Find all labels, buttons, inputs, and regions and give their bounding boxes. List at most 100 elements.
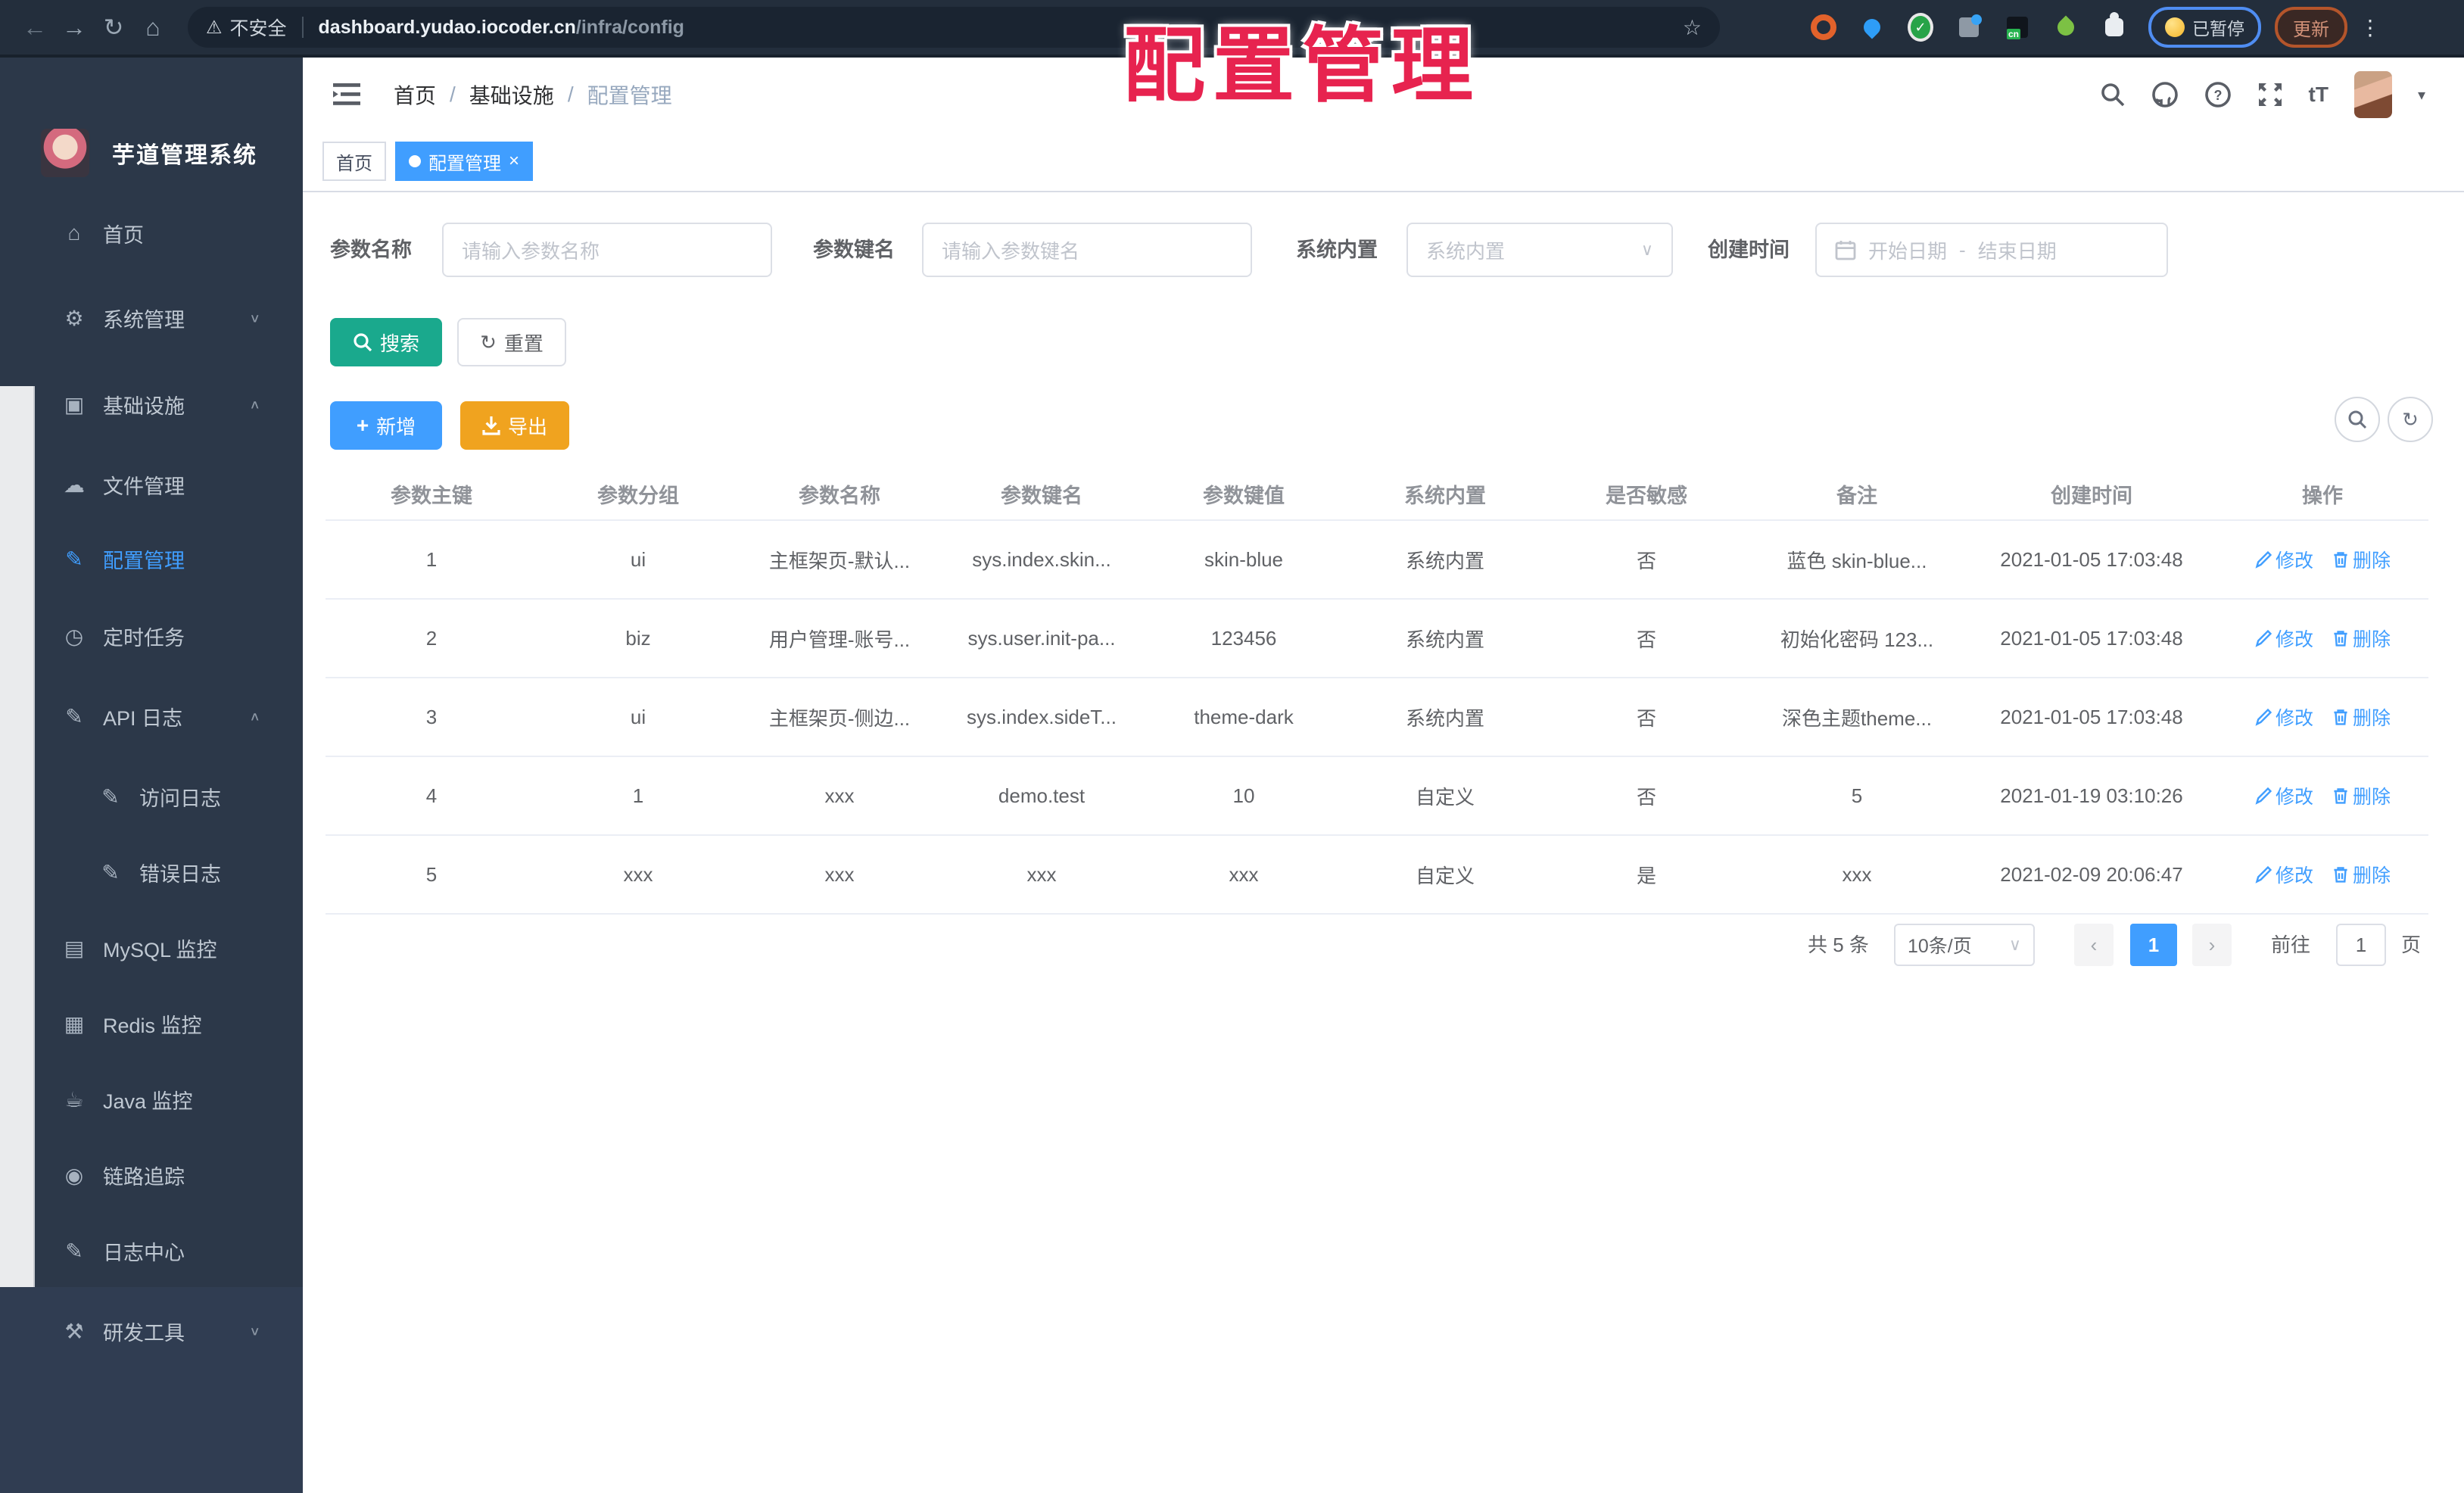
reload-icon[interactable]: ↻ xyxy=(94,13,133,42)
param-key-input[interactable]: 请输入参数键名 xyxy=(922,223,1252,277)
fullscreen-icon[interactable] xyxy=(2257,82,2283,108)
date-range-picker[interactable]: 开始日期 - 结束日期 xyxy=(1815,223,2168,277)
forward-icon[interactable]: → xyxy=(55,14,94,42)
edit-link[interactable]: 修改 xyxy=(2254,861,2313,888)
sidebar-item-file-manage[interactable]: ☁ 文件管理 xyxy=(0,457,303,512)
edit-link[interactable]: 修改 xyxy=(2254,625,2313,652)
sidebar-item-error-logs[interactable]: ✎ 错误日志 xyxy=(0,845,303,899)
page-size-select[interactable]: 10条/页 ∨ xyxy=(1894,924,2035,966)
breadcrumb: 首页 / 基础设施 / 配置管理 xyxy=(394,79,672,110)
help-icon[interactable]: ? xyxy=(2204,81,2232,108)
sidebar-item-java-monitor[interactable]: ☕ Java 监控 xyxy=(0,1072,303,1127)
export-button[interactable]: 导出 xyxy=(460,401,569,450)
sidebar-item-redis-monitor[interactable]: ▦ Redis 监控 xyxy=(0,996,303,1051)
github-icon[interactable] xyxy=(2151,81,2179,108)
trash-icon xyxy=(2334,788,2347,804)
sidebar-item-access-logs[interactable]: ✎ 访问日志 xyxy=(0,769,303,824)
java-icon: ☕ xyxy=(64,1087,84,1111)
timer-icon: ◷ xyxy=(64,624,84,648)
chevron-up-icon: ∧ xyxy=(249,709,260,724)
sidebar-item-system[interactable]: ⚙ 系统管理 ∨ xyxy=(0,291,303,345)
gear-icon: ⚙ xyxy=(64,306,84,330)
breadcrumb-home[interactable]: 首页 xyxy=(394,79,436,110)
log-icon: ✎ xyxy=(101,784,120,809)
tab-close-icon[interactable]: × xyxy=(509,152,519,170)
plus-icon: + xyxy=(356,413,369,437)
home-icon[interactable]: ⌂ xyxy=(133,14,173,42)
refresh-icon: ↻ xyxy=(2402,407,2419,431)
breadcrumb-current: 配置管理 xyxy=(587,84,672,108)
goto-page-input[interactable] xyxy=(2336,924,2386,966)
table-body: 1 ui 主框架页-默认... sys.index.skin... skin-b… xyxy=(326,521,2428,915)
paused-label: 已暂停 xyxy=(2192,19,2244,39)
sidebar-item-dev-tools[interactable]: ⚒ 研发工具 ∨ xyxy=(0,1304,303,1358)
main-content: 参数名称 请输入参数名称 参数键名 请输入参数键名 系统内置 系统内置 ∨ 创建… xyxy=(303,192,2464,1493)
delete-link[interactable]: 删除 xyxy=(2332,546,2391,573)
browser-menu-icon[interactable]: ⋮ xyxy=(2360,15,2381,40)
delete-link[interactable]: 删除 xyxy=(2332,861,2391,888)
omnibox-divider xyxy=(301,17,304,38)
url-host: dashboard.yudao.iocoder.cn xyxy=(318,16,576,38)
extension-blue-pin-icon[interactable] xyxy=(1859,14,1885,40)
extension-orange-ring-icon[interactable] xyxy=(1811,14,1836,40)
page-unit-label: 页 xyxy=(2401,934,2422,956)
address-bar[interactable]: ⚠ 不安全 dashboard.yudao.iocoder.cn/infra/c… xyxy=(188,7,1720,48)
sidebar-item-scheduled-jobs[interactable]: ◷ 定时任务 xyxy=(0,609,303,663)
delete-link[interactable]: 删除 xyxy=(2332,782,2391,809)
browser-update-button[interactable]: 更新 xyxy=(2275,7,2347,48)
user-menu-caret-icon[interactable]: ▾ xyxy=(2418,86,2425,104)
refresh-table-button[interactable]: ↻ xyxy=(2388,397,2433,442)
extension-leaf-icon[interactable] xyxy=(2053,14,2079,40)
sidebar-toggle-icon[interactable] xyxy=(333,83,360,106)
date-start-placeholder: 开始日期 xyxy=(1868,239,1948,263)
edit-link[interactable]: 修改 xyxy=(2254,703,2313,731)
search-button[interactable]: 搜索 xyxy=(330,318,442,366)
sidebar-item-config-manage[interactable]: ✎ 配置管理 xyxy=(0,531,303,586)
font-size-icon[interactable]: tT xyxy=(2309,83,2328,107)
edit-link[interactable]: 修改 xyxy=(2254,546,2313,573)
extension-grid-icon[interactable] xyxy=(1956,14,1982,40)
goto-label: 前往 xyxy=(2271,934,2311,956)
sidebar-item-home[interactable]: ⌂ 首页 xyxy=(0,206,303,260)
annotation-overlay-title: 配置管理 xyxy=(1123,20,1481,111)
reset-button[interactable]: ↻ 重置 xyxy=(457,318,566,366)
system-builtin-select[interactable]: 系统内置 ∨ xyxy=(1406,223,1673,277)
user-avatar[interactable] xyxy=(2353,71,2392,118)
back-icon[interactable]: ← xyxy=(15,14,55,42)
tab-home[interactable]: 首页 xyxy=(322,142,386,181)
eye-icon: ◉ xyxy=(64,1163,84,1187)
toggle-search-button[interactable] xyxy=(2335,397,2380,442)
current-page-button[interactable]: 1 xyxy=(2130,924,2177,966)
sidebar-item-mysql-monitor[interactable]: ▤ MySQL 监控 xyxy=(0,921,303,975)
param-name-input[interactable]: 请输入参数名称 xyxy=(442,223,772,277)
breadcrumb-infra[interactable]: 基础设施 xyxy=(469,79,554,110)
edit-pencil-icon xyxy=(2255,550,2272,569)
download-icon xyxy=(482,416,500,435)
url-path: /infra/config xyxy=(575,16,684,38)
sidebar: 芋道管理系统 ⌂ 首页 ⚙ 系统管理 ∨ ▣ 基础设施 ∧ ☁ 文件管理 ✎ 配… xyxy=(0,58,303,1493)
system-builtin-label: 系统内置 xyxy=(1296,238,1378,261)
extension-cn-badge-icon[interactable]: cn xyxy=(2005,14,2030,40)
delete-link[interactable]: 删除 xyxy=(2332,625,2391,652)
add-button[interactable]: + 新增 xyxy=(330,401,442,450)
sidebar-item-log-center[interactable]: ✎ 日志中心 xyxy=(0,1223,303,1278)
sidebar-item-tracing[interactable]: ◉ 链路追踪 xyxy=(0,1148,303,1202)
profile-paused-badge[interactable]: 已暂停 xyxy=(2148,7,2261,48)
chevron-up-icon: ∧ xyxy=(249,397,260,412)
app-title: 芋道管理系统 xyxy=(112,143,257,168)
extensions-puzzle-icon[interactable] xyxy=(2101,12,2127,40)
sidebar-item-api-logs[interactable]: ✎ API 日志 ∧ xyxy=(0,689,303,743)
log-icon: ✎ xyxy=(65,704,83,728)
bookmark-star-icon[interactable]: ☆ xyxy=(1683,15,1702,40)
next-page-button[interactable]: › xyxy=(2192,924,2232,966)
tab-config-manage[interactable]: 配置管理 × xyxy=(395,142,534,181)
log-icon: ✎ xyxy=(101,860,120,884)
prev-page-button[interactable]: ‹ xyxy=(2074,924,2114,966)
chevron-down-icon: ∨ xyxy=(249,311,260,326)
delete-link[interactable]: 删除 xyxy=(2332,703,2391,731)
edit-link[interactable]: 修改 xyxy=(2254,782,2313,809)
search-icon[interactable] xyxy=(2100,82,2126,108)
extension-green-check-icon[interactable]: ✓ xyxy=(1908,13,1933,42)
header-actions: ? tT ▾ xyxy=(2100,71,2464,118)
sidebar-item-infra[interactable]: ▣ 基础设施 ∧ xyxy=(0,377,303,432)
